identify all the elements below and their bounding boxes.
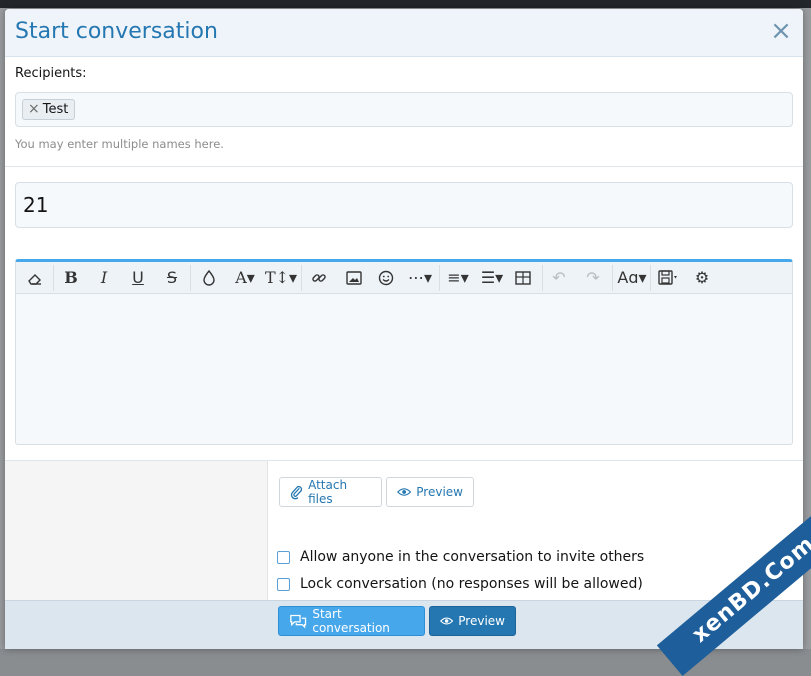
list-button[interactable]: ☰▾ [476, 264, 508, 292]
bold-button[interactable]: B [58, 264, 84, 292]
eraser-icon [28, 274, 41, 285]
toolbar-separator [301, 265, 302, 291]
underline-button[interactable]: U [125, 264, 151, 292]
recipients-hint: You may enter multiple names here. [15, 137, 224, 151]
italic-button[interactable]: I [91, 264, 117, 292]
font-family-button[interactable]: A▾ [229, 264, 261, 292]
start-conversation-dialog: Start conversation × Recipients: × Test … [5, 9, 803, 649]
dialog-header: Start conversation × [5, 9, 803, 57]
lock-conversation-label: Lock conversation (no responses will be … [300, 576, 643, 592]
option-invite-others[interactable]: Allow anyone in the conversation to invi… [277, 548, 644, 566]
save-icon [658, 270, 677, 285]
invite-others-label: Allow anyone in the conversation to invi… [300, 549, 645, 565]
editor-body[interactable] [16, 294, 792, 443]
toolbar-separator [190, 265, 191, 291]
smile-icon [378, 270, 394, 286]
link-icon [312, 274, 326, 282]
redo-button[interactable]: ↷ [580, 264, 606, 292]
recipients-label: Recipients: [15, 66, 87, 81]
table-button[interactable] [510, 264, 536, 292]
eye-icon [440, 617, 454, 625]
remove-recipient-icon[interactable]: × [28, 100, 40, 119]
dialog-title: Start conversation [15, 19, 218, 44]
attach-files-button[interactable]: Attach files [279, 477, 382, 507]
editor-toolbar: B I U S A▾ T↕▾ ⋯▾ ≡▾ ☰▾ ↶ ↷ Aɑ▾ ⚙ [16, 262, 792, 294]
form-button-bar: Start conversation Preview [5, 600, 803, 649]
toolbar-separator [612, 265, 613, 291]
preview-button[interactable]: Preview [429, 606, 516, 636]
attach-files-label: Attach files [308, 478, 348, 506]
spell-button[interactable]: Aɑ▾ [616, 264, 648, 292]
recipients-section: Recipients: × Test You may enter multipl… [5, 57, 803, 167]
start-conversation-label: Start conversation [312, 607, 390, 635]
toolbar-separator [542, 265, 543, 291]
form-footer: Attach files Preview Allow anyone in the… [5, 460, 803, 601]
strikethrough-button[interactable]: S [159, 264, 185, 292]
link-button[interactable] [306, 264, 332, 292]
option-lock-conversation[interactable]: Lock conversation (no responses will be … [277, 575, 643, 593]
preview-label: Preview [416, 485, 463, 499]
comments-icon [290, 614, 307, 629]
footer-label-column [5, 461, 268, 601]
align-button[interactable]: ≡▾ [443, 264, 473, 292]
clear-format-button[interactable] [22, 264, 48, 292]
toolbar-separator [439, 265, 440, 291]
drafts-button[interactable] [654, 264, 684, 292]
close-icon[interactable]: × [769, 17, 793, 45]
message-section: 21 B I U S A▾ T↕▾ ⋯▾ ≡▾ ☰▾ ↶ ↷ Aɑ▾ ⚙ [5, 167, 803, 460]
image-icon [346, 271, 362, 285]
toolbar-separator [53, 265, 54, 291]
smilie-button[interactable] [373, 264, 399, 292]
paperclip-icon [290, 485, 303, 500]
image-button[interactable] [341, 264, 367, 292]
conversation-title-input[interactable]: 21 [15, 182, 793, 228]
message-editor: B I U S A▾ T↕▾ ⋯▾ ≡▾ ☰▾ ↶ ↷ Aɑ▾ ⚙ [15, 259, 793, 445]
droplet-icon [203, 269, 215, 286]
table-icon [515, 271, 531, 285]
lock-conversation-checkbox[interactable] [277, 577, 290, 591]
undo-button[interactable]: ↶ [546, 264, 572, 292]
recipient-tag: × Test [22, 99, 76, 120]
more-button[interactable]: ⋯▾ [404, 264, 436, 292]
start-conversation-button[interactable]: Start conversation [278, 606, 425, 636]
recipient-name: Test [42, 102, 69, 117]
toolbar-separator [650, 265, 651, 291]
preview-button-secondary[interactable]: Preview [386, 477, 474, 507]
eye-icon [397, 488, 412, 496]
font-size-button[interactable]: T↕▾ [264, 264, 298, 292]
preview-action-label: Preview [458, 614, 505, 628]
text-color-button[interactable] [196, 264, 222, 292]
recipients-input[interactable]: × Test [15, 92, 793, 127]
options-button[interactable]: ⚙ [689, 264, 715, 292]
invite-others-checkbox[interactable] [277, 550, 290, 564]
